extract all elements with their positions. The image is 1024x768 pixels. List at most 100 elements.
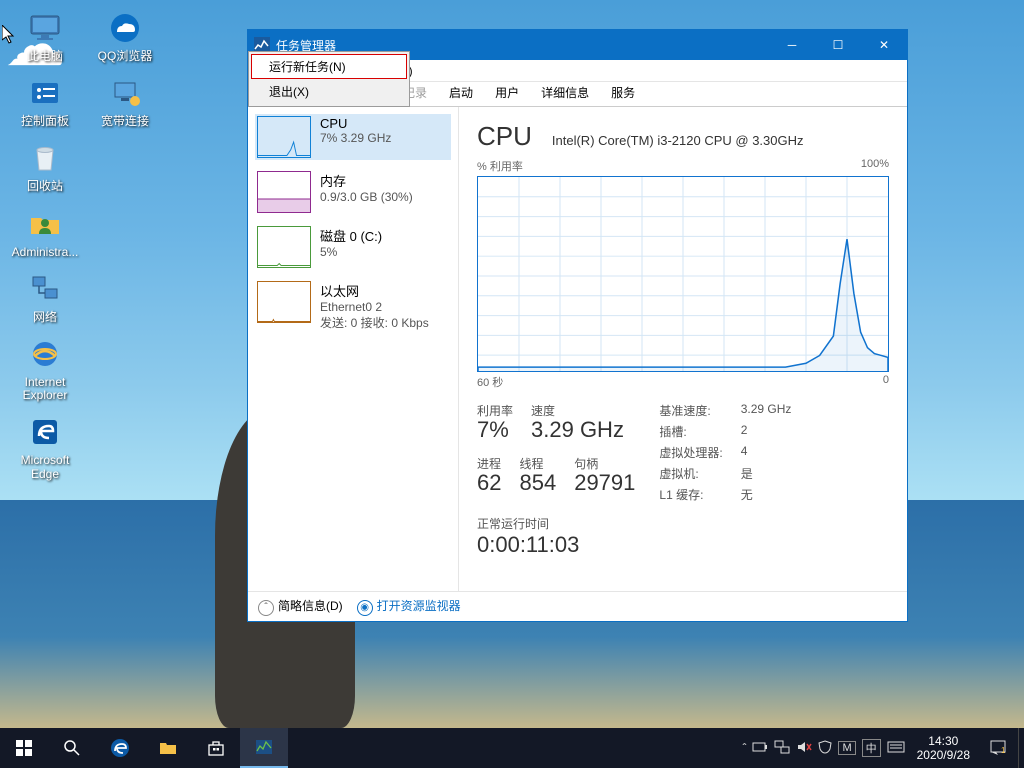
tray-battery-icon[interactable] <box>752 741 768 756</box>
l1-label: L1 缓存: <box>659 486 722 503</box>
recycle-bin-icon <box>25 138 65 178</box>
brief-info-button[interactable]: ˆ简略信息(D) <box>258 597 343 616</box>
desktop-icon-edge[interactable]: Microsoft Edge <box>8 412 82 480</box>
card-sub: Ethernet0 2 <box>320 300 429 314</box>
desktop-label: 控制面板 <box>21 115 69 128</box>
base-label: 基准速度: <box>659 402 722 419</box>
start-button[interactable] <box>0 728 48 768</box>
vm-label: 虚拟机: <box>659 465 722 482</box>
card-sub: 5% <box>320 245 382 259</box>
desktop-icon-qq-browser[interactable]: QQ浏览器 <box>88 8 162 63</box>
desktop-label: Administra... <box>12 246 79 259</box>
edge-icon <box>25 412 65 452</box>
network-icon <box>25 269 65 309</box>
show-desktop-button[interactable] <box>1018 728 1024 768</box>
desktop-label: Microsoft Edge <box>8 454 82 480</box>
window-footer: ˆ简略信息(D) ◉打开资源监视器 <box>248 591 907 621</box>
base-value: 3.29 GHz <box>741 402 792 419</box>
side-card-memory[interactable]: 内存0.9/3.0 GB (30%) <box>255 169 451 215</box>
card-title: 磁盘 0 (C:) <box>320 226 382 245</box>
monitor-icon: ◉ <box>357 600 373 616</box>
taskbar-store[interactable] <box>192 728 240 768</box>
close-button[interactable]: ✕ <box>861 30 907 60</box>
desktop-label: 此电脑 <box>27 50 63 63</box>
cpu-model: Intel(R) Core(TM) i3-2120 CPU @ 3.30GHz <box>552 133 804 148</box>
sockets-label: 插槽: <box>659 423 722 440</box>
taskbar-clock[interactable]: 14:30 2020/9/28 <box>909 734 978 763</box>
desktop-label: 宽带连接 <box>101 115 149 128</box>
desktop-icon-ie[interactable]: Internet Explorer <box>8 334 82 402</box>
search-button[interactable] <box>48 728 96 768</box>
control-panel-icon <box>25 73 65 113</box>
content: CPU7% 3.29 GHz 内存0.9/3.0 GB (30%) 磁盘 0 (… <box>248 107 907 591</box>
action-center-button[interactable]: 1 <box>978 738 1018 758</box>
tray-keyboard-icon[interactable] <box>887 741 905 756</box>
vproc-label: 虚拟处理器: <box>659 444 722 461</box>
speed-value: 3.29 GHz <box>531 417 624 443</box>
file-menu-dropdown: 运行新任务(N) 退出(X) <box>248 51 410 107</box>
desktop-icon-broadband[interactable]: 宽带连接 <box>88 73 162 128</box>
tray-network-icon[interactable] <box>774 740 790 757</box>
ethernet-thumb <box>257 281 311 323</box>
tab-startup[interactable]: 启动 <box>438 79 484 106</box>
cpu-thumb <box>257 116 311 158</box>
card-title: 以太网 <box>320 281 429 300</box>
desktop-icon-network[interactable]: 网络 <box>8 269 82 324</box>
tray-chevron-icon[interactable]: ˆ <box>742 741 746 755</box>
thread-value: 854 <box>519 470 556 496</box>
sockets-value: 2 <box>741 423 792 440</box>
card-title: 内存 <box>320 171 413 190</box>
card-sub: 7% 3.29 GHz <box>320 131 391 145</box>
tray-defender-icon[interactable] <box>818 740 832 757</box>
memory-thumb <box>257 171 311 213</box>
graph-ymax: 100% <box>861 158 889 174</box>
side-panel: CPU7% 3.29 GHz 内存0.9/3.0 GB (30%) 磁盘 0 (… <box>248 107 459 591</box>
stats: 利用率7% 速度3.29 GHz 进程62 线程854 句柄29791 基准速度… <box>477 402 889 503</box>
tray-volume-icon[interactable] <box>796 740 812 757</box>
graph-wrap: % 利用率100% 60 秒0 <box>477 158 889 390</box>
disk-thumb <box>257 226 311 268</box>
tab-services[interactable]: 服务 <box>600 79 646 106</box>
menu-item-run-new-task[interactable]: 运行新任务(N) <box>251 54 407 79</box>
tray-ime-m[interactable]: M <box>838 741 855 755</box>
uptime: 正常运行时间 0:00:11:03 <box>477 515 889 558</box>
card-sub: 0.9/3.0 GB (30%) <box>320 190 413 204</box>
cpu-graph[interactable] <box>477 176 889 372</box>
taskbar-edge[interactable] <box>96 728 144 768</box>
ie-icon <box>25 334 65 374</box>
clock-time: 14:30 <box>917 734 970 748</box>
desktop-icon-this-pc[interactable]: 此电脑 <box>8 8 82 63</box>
desktop-icon-administrator[interactable]: Administra... <box>8 204 82 259</box>
desktop-label: QQ浏览器 <box>98 50 153 63</box>
tab-details[interactable]: 详细信息 <box>530 79 600 106</box>
taskbar-file-explorer[interactable] <box>144 728 192 768</box>
desktop-icon-recycle-bin[interactable]: 回收站 <box>8 138 82 193</box>
folder-user-icon <box>25 204 65 244</box>
desktop-label: 回收站 <box>27 180 63 193</box>
chevron-up-icon: ˆ <box>258 600 274 616</box>
side-card-disk[interactable]: 磁盘 0 (C:)5% <box>255 224 451 270</box>
taskbar-task-manager[interactable] <box>240 728 288 768</box>
maximize-button[interactable]: ☐ <box>815 30 861 60</box>
tab-users[interactable]: 用户 <box>484 79 530 106</box>
open-resource-monitor-link[interactable]: ◉打开资源监视器 <box>357 597 461 616</box>
cpu-kv: 基准速度:3.29 GHz 插槽:2 虚拟处理器:4 虚拟机:是 L1 缓存:无 <box>659 402 791 503</box>
uptime-value: 0:00:11:03 <box>477 532 889 558</box>
broadband-icon <box>105 73 145 113</box>
main-panel: CPU Intel(R) Core(TM) i3-2120 CPU @ 3.30… <box>459 107 907 591</box>
menu-item-exit[interactable]: 退出(X) <box>251 79 407 104</box>
util-value: 7% <box>477 417 513 443</box>
side-card-ethernet[interactable]: 以太网Ethernet0 2发送: 0 接收: 0 Kbps <box>255 279 451 333</box>
desktop-icon-control-panel[interactable]: 控制面板 <box>8 73 82 128</box>
card-title: CPU <box>320 116 391 131</box>
side-card-cpu[interactable]: CPU7% 3.29 GHz <box>255 114 451 160</box>
desktop-label: 网络 <box>33 311 57 324</box>
minimize-button[interactable]: ─ <box>769 30 815 60</box>
desktop-icons-col2: QQ浏览器 宽带连接 <box>88 8 162 128</box>
graph-ylabel: % 利用率 <box>477 158 523 174</box>
proc-value: 62 <box>477 470 501 496</box>
l1-value: 无 <box>741 486 792 503</box>
cpu-title: CPU <box>477 121 532 152</box>
tray-ime-lang[interactable]: 中 <box>862 739 881 757</box>
system-tray: ˆ M 中 <box>738 739 908 757</box>
